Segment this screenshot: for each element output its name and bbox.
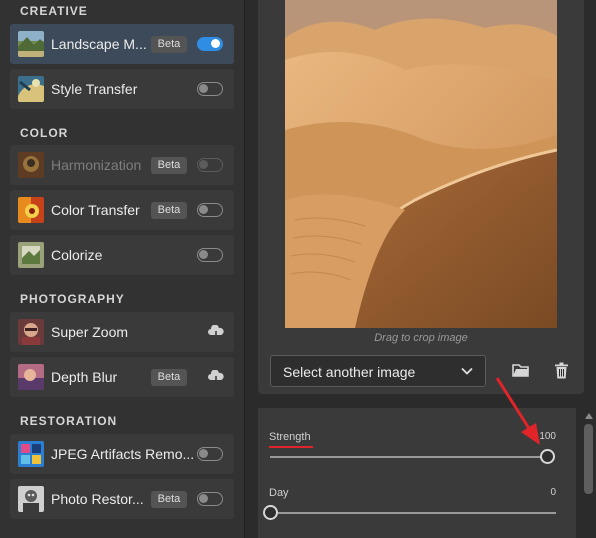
trash-icon[interactable] [554,362,569,379]
scroll-up-arrow-icon[interactable] [585,413,593,419]
day-slider-track[interactable] [270,512,556,514]
filter-label: Landscape M... [51,36,147,52]
filter-label: Photo Restor... [51,491,144,507]
harmonization-toggle[interactable] [197,158,223,172]
filter-label: Colorize [51,247,103,263]
crop-hint-text: Drag to crop image [374,332,468,344]
beta-badge: Beta [151,369,187,386]
scrollbar-thumb[interactable] [584,424,593,494]
beta-badge: Beta [151,202,187,219]
color-transfer-thumbnail-icon [18,197,44,223]
chevron-down-icon [461,367,473,375]
select-image-label: Select another image [283,364,416,380]
filter-item-harmonization[interactable]: Harmonization Beta [10,145,234,185]
depth-blur-thumbnail-icon [18,364,44,390]
filters-panel: CREATIVE Landscape M... Beta Style Trans… [0,0,244,538]
style-transfer-thumbnail-icon [18,76,44,102]
select-another-image-dropdown[interactable]: Select another image [270,355,486,387]
filter-label: Style Transfer [51,81,138,97]
folder-icon[interactable] [512,362,530,378]
beta-badge: Beta [151,491,187,508]
day-slider-knob[interactable] [262,505,278,520]
section-title-photography: PHOTOGRAPHY [20,292,125,306]
cloud-download-icon[interactable] [208,325,224,339]
cloud-download-icon[interactable] [208,370,224,384]
filter-item-depth-blur[interactable]: Depth Blur Beta [10,357,234,397]
super-zoom-thumbnail-icon [18,319,44,345]
filter-label: Harmonization [51,157,142,173]
settings-panel [258,408,576,538]
day-label: Day [269,487,289,499]
landscape-mixer-toggle[interactable] [197,37,223,51]
filter-label: Depth Blur [51,369,118,385]
colorize-thumbnail-icon [18,242,44,268]
section-title-creative: CREATIVE [20,4,88,18]
strength-highlight-underline [269,446,313,448]
jpeg-artifacts-thumbnail-icon [18,441,44,467]
strength-slider-track[interactable] [270,456,547,458]
beta-badge: Beta [151,36,187,53]
jpeg-artifacts-toggle[interactable] [197,447,223,461]
photo-restoration-thumbnail-icon [18,486,44,512]
color-transfer-toggle[interactable] [197,203,223,217]
filter-item-super-zoom[interactable]: Super Zoom [10,312,234,352]
landscape-thumbnail-icon [18,31,44,57]
section-title-color: COLOR [20,126,69,140]
harmonization-thumbnail-icon [18,152,44,178]
filter-item-landscape-mixer[interactable]: Landscape M... Beta [10,24,234,64]
style-transfer-toggle[interactable] [197,82,223,96]
day-value: 0 [550,487,556,498]
strength-label: Strength [269,431,311,443]
filter-item-jpeg-artifacts-removal[interactable]: JPEG Artifacts Remo... [10,434,234,474]
beta-badge: Beta [151,157,187,174]
filter-item-photo-restoration[interactable]: Photo Restor... Beta [10,479,234,519]
filter-item-colorize[interactable]: Colorize [10,235,234,275]
filter-label: JPEG Artifacts Remo... [51,446,195,462]
colorize-toggle[interactable] [197,248,223,262]
section-title-restoration: RESTORATION [20,414,118,428]
photo-restoration-toggle[interactable] [197,492,223,506]
filter-item-style-transfer[interactable]: Style Transfer [10,69,234,109]
filter-label: Super Zoom [51,324,129,340]
filter-label: Color Transfer [51,202,140,218]
strength-value: 100 [539,431,556,442]
strength-slider-knob[interactable] [539,449,555,464]
filter-item-color-transfer[interactable]: Color Transfer Beta [10,190,234,230]
preview-image[interactable] [285,0,557,328]
